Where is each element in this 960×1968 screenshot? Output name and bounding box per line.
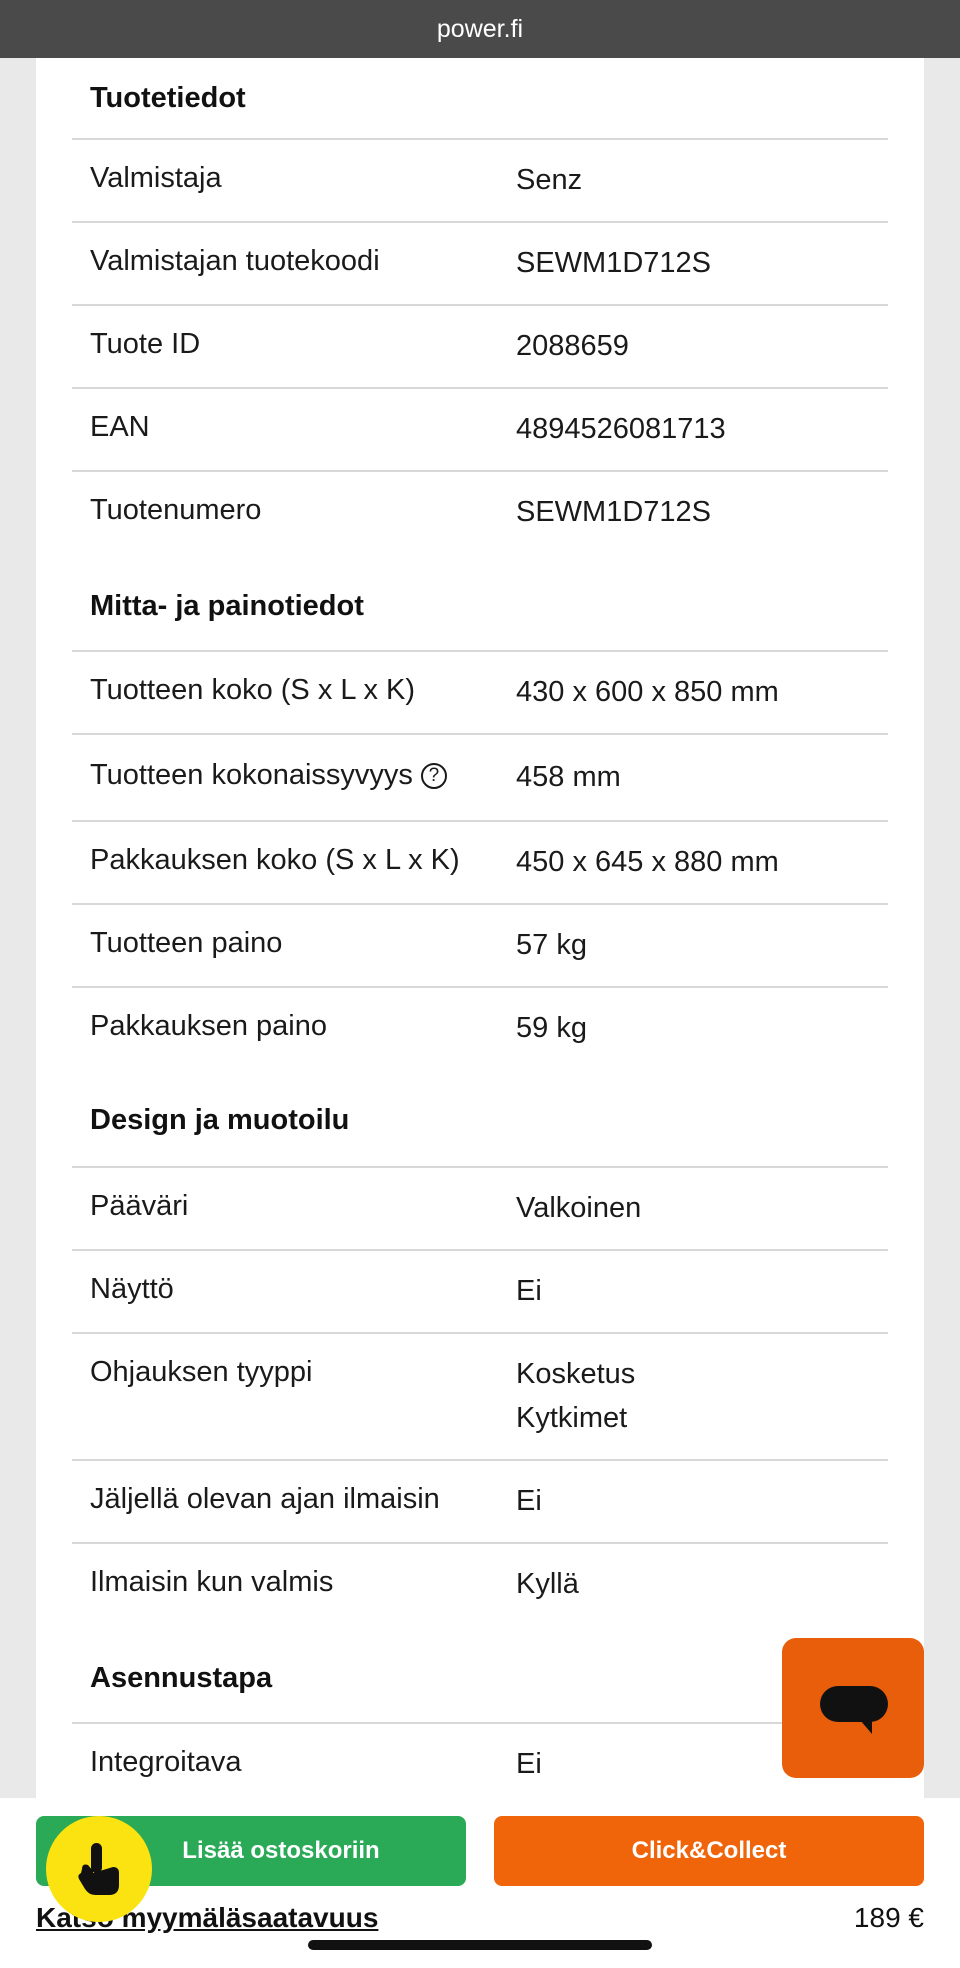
section-title-design: Design ja muotoilu xyxy=(90,1104,350,1136)
spec-row: Pakkauksen koko (S x L x K) 450 x 645 x … xyxy=(72,820,888,904)
chat-button[interactable] xyxy=(782,1638,924,1778)
spec-value: Kyllä xyxy=(516,1568,579,1600)
spec-value: Senz xyxy=(516,164,583,196)
spec-label: Tuotenumero xyxy=(90,494,262,526)
spec-value: 458 mm xyxy=(516,761,621,793)
spec-row: Tuotteen koko (S x L x K) 430 x 600 x 85… xyxy=(72,650,888,734)
section-title-asennustapa: Asennustapa xyxy=(90,1662,273,1694)
spec-label: Ohjauksen tyyppi xyxy=(90,1356,313,1388)
spec-value: Ei xyxy=(516,1485,542,1517)
spec-row: Tuote ID 2088659 xyxy=(72,304,888,388)
spec-label: EAN xyxy=(90,411,150,443)
spec-value: 57 kg xyxy=(516,929,587,961)
spec-value: 430 x 600 x 850 mm xyxy=(516,676,779,708)
section-title-mitta-ja-paino: Mitta- ja painotiedot xyxy=(90,590,364,622)
spec-value: Valkoinen xyxy=(516,1192,642,1224)
spec-label: Tuote ID xyxy=(90,328,201,360)
spec-label: Tuotteen kokonaissyvyys? xyxy=(90,759,447,792)
spec-row: Pääväri Valkoinen xyxy=(72,1166,888,1250)
spec-label: Integroitava xyxy=(90,1746,242,1778)
spec-row: Pakkauksen paino 59 kg xyxy=(72,986,888,1070)
spec-row: Näyttö Ei xyxy=(72,1249,888,1333)
hand-pointer-icon xyxy=(78,1843,119,1895)
click-collect-button[interactable]: Click&Collect xyxy=(494,1816,924,1886)
spec-value: 450 x 645 x 880 mm xyxy=(516,846,779,878)
spec-row: Ilmaisin kun valmis Kyllä xyxy=(72,1542,888,1626)
spec-label: Tuotteen paino xyxy=(90,927,283,959)
spec-value: Kosketus xyxy=(516,1358,636,1390)
browser-url-bar[interactable]: power.fi xyxy=(0,0,960,58)
add-to-cart-label: Lisää ostoskoriin xyxy=(182,1837,380,1864)
spec-label: Jäljellä olevan ajan ilmaisin xyxy=(90,1483,440,1515)
spec-label: Valmistajan tuotekoodi xyxy=(90,245,380,277)
url-text: power.fi xyxy=(436,14,524,43)
section-title-tuotetiedot: Tuotetiedot xyxy=(90,82,246,114)
spec-label: Pakkauksen paino xyxy=(90,1010,327,1042)
spec-label: Ilmaisin kun valmis xyxy=(90,1566,334,1598)
spec-label: Pakkauksen koko (S x L x K) xyxy=(90,844,460,876)
help-icon[interactable]: ? xyxy=(420,763,447,790)
spec-label: Näyttö xyxy=(90,1273,174,1305)
spec-row: Ohjauksen tyyppi Kosketus Kytkimet xyxy=(72,1332,888,1460)
spec-value: 59 kg xyxy=(516,1012,587,1044)
product-specs-card: Tuotetiedot Valmistaja Senz Valmistajan … xyxy=(36,58,924,1798)
spec-value: SEWM1D712S xyxy=(516,496,712,528)
spec-value-second: Kytkimet xyxy=(516,1402,628,1434)
spec-row: Tuotteen paino 57 kg xyxy=(72,903,888,987)
tap-badge xyxy=(46,1816,152,1922)
spec-label: Valmistaja xyxy=(90,162,222,194)
spec-label: Tuotteen koko (S x L x K) xyxy=(90,674,416,706)
spec-row: Jäljellä olevan ajan ilmaisin Ei xyxy=(72,1459,888,1543)
click-collect-label: Click&Collect xyxy=(631,1837,787,1864)
spec-row: Tuotenumero SEWM1D712S xyxy=(72,470,888,554)
spec-row: Valmistajan tuotekoodi SEWM1D712S xyxy=(72,221,888,305)
home-indicator xyxy=(308,1940,652,1950)
spec-value: SEWM1D712S xyxy=(516,247,712,279)
spec-row: Integroitava Ei xyxy=(72,1722,888,1798)
spec-value: Ei xyxy=(516,1748,542,1780)
spec-label: Pääväri xyxy=(90,1190,189,1222)
spec-row: EAN 4894526081713 xyxy=(72,387,888,471)
spec-row: Tuotteen kokonaissyvyys? 458 mm xyxy=(72,733,888,821)
chat-bubble-icon xyxy=(820,1686,888,1734)
price-label: 189 € xyxy=(853,1902,924,1933)
spec-row: Valmistaja Senz xyxy=(72,138,888,222)
spec-label-text: Tuotteen kokonaissyvyys xyxy=(90,759,413,791)
spec-value: 2088659 xyxy=(516,330,629,362)
spec-value: 4894526081713 xyxy=(516,413,726,445)
spec-value: Ei xyxy=(516,1275,542,1307)
